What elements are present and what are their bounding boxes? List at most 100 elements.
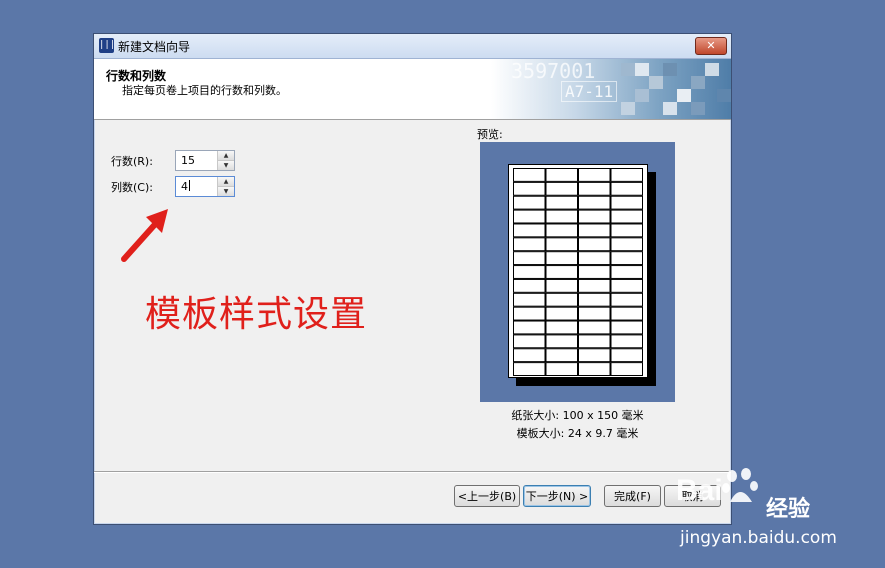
new-document-wizard-dialog: ||| 新建文档向导 ✕ 行数和列数 指定每页卷上项目的行数和列数。 35970…	[93, 33, 732, 525]
columns-increment-button[interactable]: ▲	[218, 177, 234, 187]
label-cell	[545, 362, 578, 376]
columns-input[interactable]: 4	[181, 180, 190, 193]
columns-input-value: 4	[181, 180, 188, 193]
label-cell	[610, 348, 643, 363]
label-cell	[513, 334, 546, 349]
label-cell	[578, 209, 611, 224]
preview-panel	[480, 142, 675, 402]
annotation-arrow-icon	[121, 209, 168, 262]
label-grid	[513, 168, 643, 376]
label-cell	[545, 334, 578, 349]
rows-decrement-button[interactable]: ▼	[218, 161, 234, 170]
label-cell	[610, 292, 643, 307]
label-cell	[513, 168, 546, 182]
rows-input[interactable]: 15	[181, 154, 195, 167]
banner-text-number: 3597001	[511, 59, 596, 83]
label-cell	[545, 181, 578, 196]
label-cell	[610, 195, 643, 210]
banner-mosaic	[621, 63, 731, 115]
preview-label: 预览:	[477, 128, 503, 141]
paper-size-info: 纸张大小: 100 x 150 毫米	[511, 409, 644, 422]
label-cell	[545, 306, 578, 321]
label-cell	[578, 306, 611, 321]
baidu-watermark-logo: Bai	[676, 474, 723, 507]
label-cell	[545, 292, 578, 307]
label-cell	[545, 209, 578, 224]
label-cell	[513, 306, 546, 321]
label-cell	[545, 320, 578, 335]
label-cell	[513, 195, 546, 210]
label-cell	[578, 181, 611, 196]
label-cell	[578, 348, 611, 363]
label-cell	[610, 223, 643, 238]
wizard-header: 行数和列数 指定每页卷上项目的行数和列数。 3597001 A7-11	[94, 59, 731, 120]
close-button[interactable]: ✕	[695, 37, 727, 55]
label-cell	[610, 251, 643, 266]
step-subtitle: 指定每页卷上项目的行数和列数。	[122, 84, 287, 97]
annotation-text: 模板样式设置	[145, 294, 368, 335]
preview-paper	[508, 164, 648, 378]
columns-decrement-button[interactable]: ▼	[218, 187, 234, 196]
label-cell	[578, 292, 611, 307]
label-cell	[545, 265, 578, 279]
label-cell	[513, 348, 546, 363]
label-cell	[513, 362, 546, 376]
label-cell	[513, 237, 546, 252]
label-cell	[513, 292, 546, 307]
label-cell	[545, 278, 578, 293]
rows-spinner[interactable]: 15 ▲ ▼	[175, 150, 235, 171]
label-cell	[513, 181, 546, 196]
label-cell	[513, 278, 546, 293]
label-cell	[610, 237, 643, 252]
label-cell	[610, 306, 643, 321]
label-cell	[610, 334, 643, 349]
label-cell	[610, 209, 643, 224]
barcode-icon: |||	[99, 38, 115, 53]
text-caret	[189, 180, 190, 191]
label-cell	[578, 195, 611, 210]
label-cell	[578, 362, 611, 376]
label-cell	[578, 251, 611, 266]
label-cell	[578, 237, 611, 252]
label-cell	[578, 320, 611, 335]
rows-increment-button[interactable]: ▲	[218, 151, 234, 161]
label-cell	[545, 168, 578, 182]
label-cell	[545, 251, 578, 266]
window-title: 新建文档向导	[118, 40, 191, 54]
label-cell	[578, 334, 611, 349]
label-cell	[610, 265, 643, 279]
header-banner-image: 3597001 A7-11	[491, 59, 731, 119]
label-cell	[545, 223, 578, 238]
label-cell	[513, 265, 546, 279]
watermark-brand: 经验	[766, 497, 811, 522]
rows-label: 行数(R):	[111, 155, 153, 168]
template-size-info: 模板大小: 24 x 9.7 毫米	[516, 427, 639, 440]
finish-button[interactable]: 完成(F)	[604, 485, 661, 507]
label-cell	[578, 265, 611, 279]
columns-spinner[interactable]: 4 ▲ ▼	[175, 176, 235, 197]
label-cell	[513, 320, 546, 335]
banner-text-code: A7-11	[561, 81, 618, 102]
label-cell	[545, 237, 578, 252]
next-button[interactable]: 下一步(N) >	[523, 485, 591, 507]
label-cell	[610, 320, 643, 335]
label-cell	[578, 168, 611, 182]
baidu-paw-icon	[722, 468, 758, 502]
label-cell	[578, 278, 611, 293]
columns-spinner-buttons: ▲ ▼	[217, 177, 234, 196]
label-cell	[610, 181, 643, 196]
label-cell	[610, 168, 643, 182]
label-cell	[513, 209, 546, 224]
label-cell	[545, 195, 578, 210]
columns-label: 列数(C):	[111, 181, 153, 194]
title-bar[interactable]: ||| 新建文档向导 ✕	[94, 34, 731, 59]
label-cell	[513, 223, 546, 238]
watermark-url: jingyan.baidu.com	[680, 528, 837, 548]
label-cell	[610, 362, 643, 376]
label-cell	[610, 278, 643, 293]
back-button[interactable]: <上一步(B)	[454, 485, 520, 507]
rows-spinner-buttons: ▲ ▼	[217, 151, 234, 170]
footer-separator	[94, 471, 731, 473]
label-cell	[513, 251, 546, 266]
label-cell	[578, 223, 611, 238]
